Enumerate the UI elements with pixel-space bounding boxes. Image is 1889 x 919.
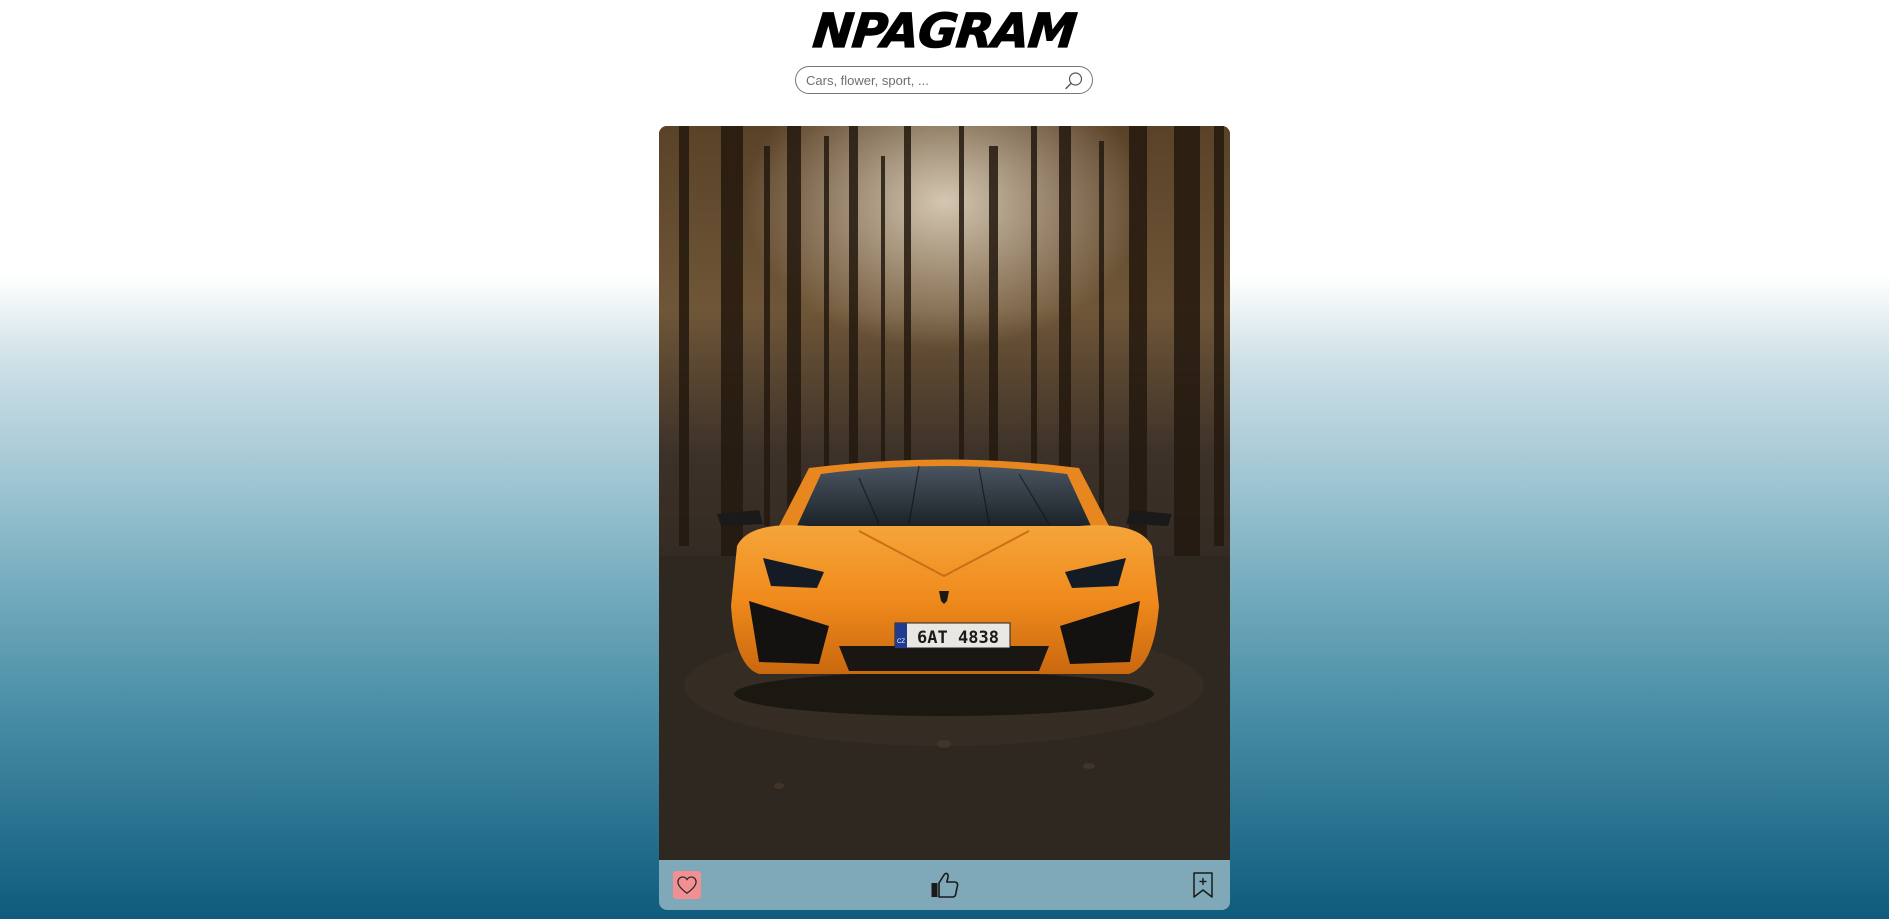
search-icon[interactable] [1064, 71, 1084, 91]
plate-country: CZ [897, 639, 905, 645]
logo-text: NPAGRAM [810, 3, 1079, 59]
post-card: CZ 6AT 4838 [659, 126, 1230, 910]
license-plate-text: 6AT 4838 [917, 628, 999, 648]
bookmark-add-icon [1193, 872, 1213, 898]
thumbs-up-icon [931, 872, 959, 898]
post-image[interactable]: CZ 6AT 4838 [659, 126, 1230, 860]
save-button[interactable] [1188, 870, 1218, 900]
heart-icon [677, 876, 697, 894]
like-button[interactable] [930, 870, 960, 900]
favorite-button[interactable] [673, 871, 701, 899]
app-logo[interactable]: NPAGRAM [0, 3, 1889, 59]
search-bar [795, 66, 1093, 94]
search-input[interactable] [806, 71, 1051, 89]
post-action-bar [659, 860, 1230, 910]
